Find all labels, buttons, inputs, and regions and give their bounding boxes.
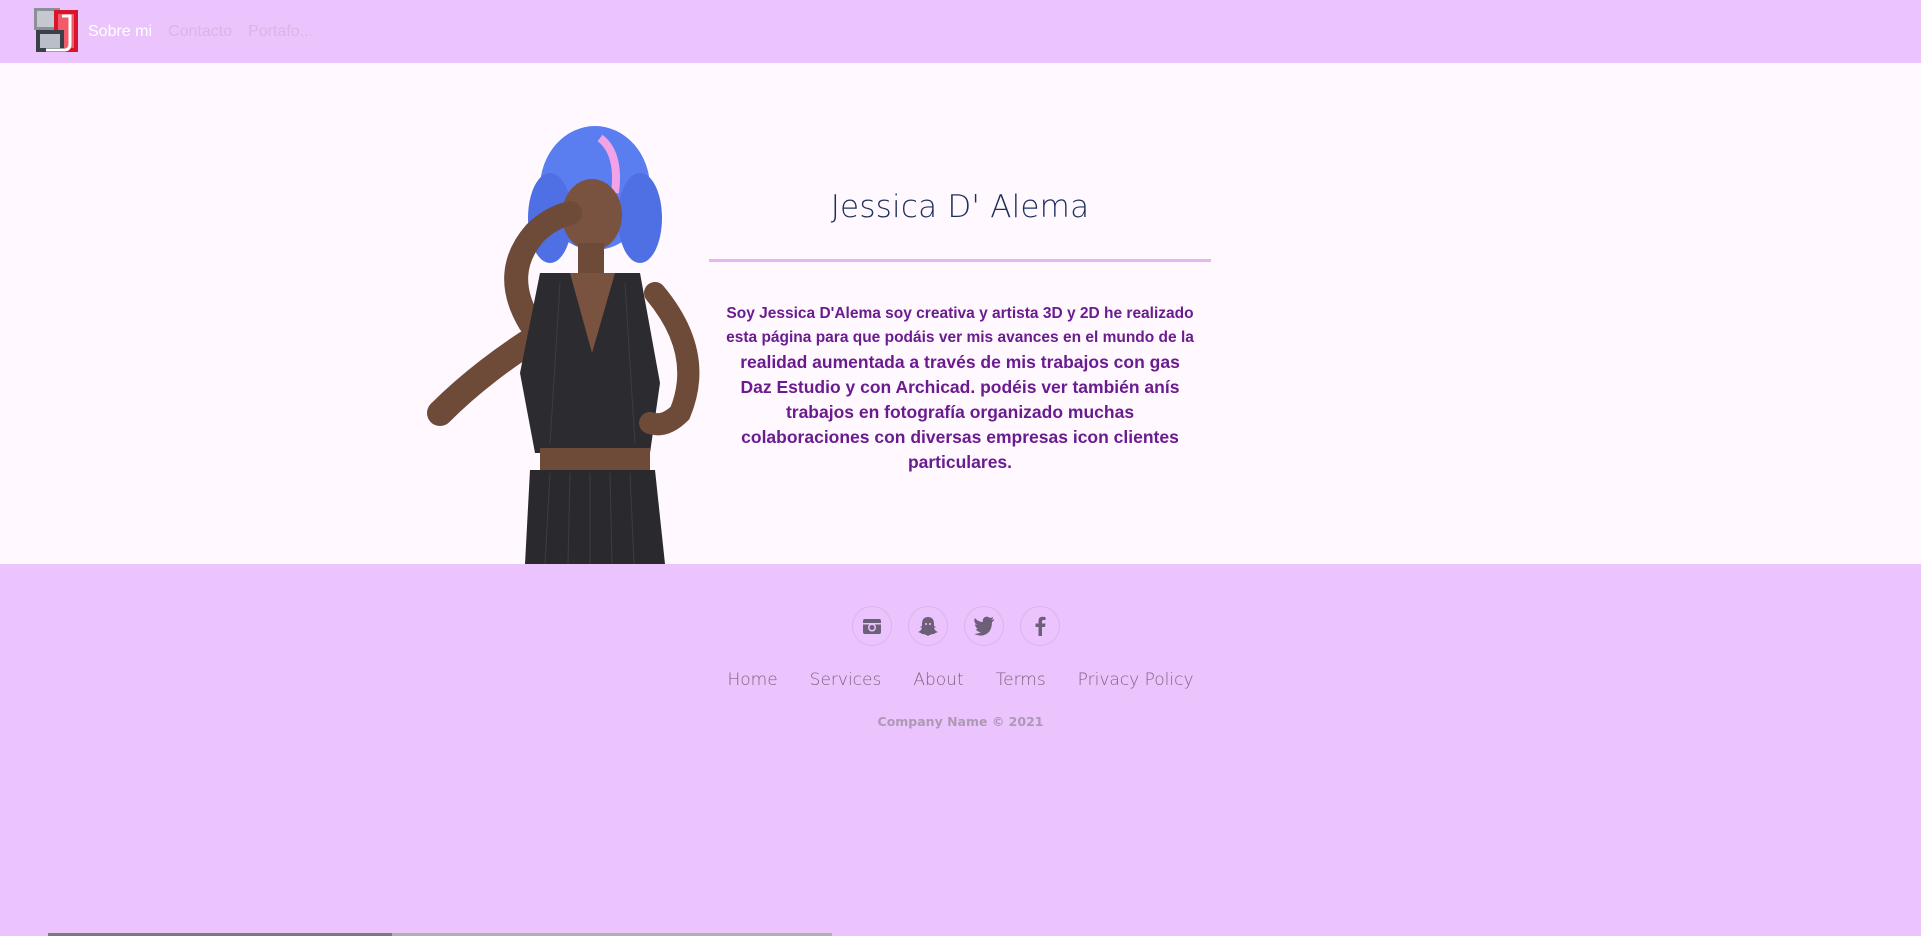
- page-title: Jessica D' Alema: [830, 189, 1090, 225]
- bio-line: Daz Estudio y con Archicad. podéis ver t…: [740, 377, 1180, 397]
- copyright-text: Company Name © 2021: [877, 714, 1044, 729]
- footer-link-terms[interactable]: Terms: [996, 670, 1046, 690]
- footer-link-privacy-policy[interactable]: Privacy Policy: [1078, 670, 1194, 690]
- snapchat-icon: [918, 617, 938, 636]
- about-section: Jessica D' Alema Soy Jessica D'Alema soy…: [0, 63, 1921, 564]
- snapchat-button[interactable]: [908, 606, 948, 646]
- top-navbar: Sobre mi Contacto Portafo...: [0, 0, 1921, 63]
- bio-line: Soy Jessica D'Alema soy creativa y artis…: [726, 305, 1194, 322]
- facebook-button[interactable]: [1020, 606, 1060, 646]
- nav-link-portafolio[interactable]: Portafo...: [248, 23, 313, 41]
- instagram-icon: [863, 619, 881, 634]
- instagram-button[interactable]: [852, 606, 892, 646]
- title-divider: [709, 259, 1211, 262]
- facebook-icon: [1035, 616, 1046, 636]
- footer: Home Services About Terms Privacy Policy…: [0, 564, 1921, 936]
- twitter-icon: [974, 616, 994, 636]
- footer-links: Home Services About Terms Privacy Policy: [0, 670, 1921, 690]
- 3d-character-image: [427, 126, 700, 564]
- footer-link-about[interactable]: About: [913, 670, 963, 690]
- bio-line: particulares.: [907, 452, 1013, 472]
- nav-link-sobre-mi[interactable]: Sobre mi: [88, 23, 152, 41]
- footer-link-services[interactable]: Services: [810, 670, 882, 690]
- bio-text: Soy Jessica D'Alema soy creativa y artis…: [709, 302, 1211, 475]
- footer-link-home[interactable]: Home: [727, 670, 777, 690]
- jd-monogram-logo[interactable]: [32, 6, 80, 55]
- bio-line: realidad aumentada a través de mis traba…: [740, 352, 1180, 372]
- bio-line: trabajos en fotografía organizado muchas: [785, 402, 1135, 422]
- bio-line: esta página para que podáis ver mis avan…: [726, 329, 1194, 346]
- bio-line: colaboraciones con diversas empresas ico…: [741, 427, 1179, 447]
- twitter-button[interactable]: [964, 606, 1004, 646]
- nav-links: Sobre mi Contacto Portafo...: [88, 0, 329, 63]
- social-links: [852, 606, 1076, 646]
- nav-link-contacto[interactable]: Contacto: [168, 23, 232, 41]
